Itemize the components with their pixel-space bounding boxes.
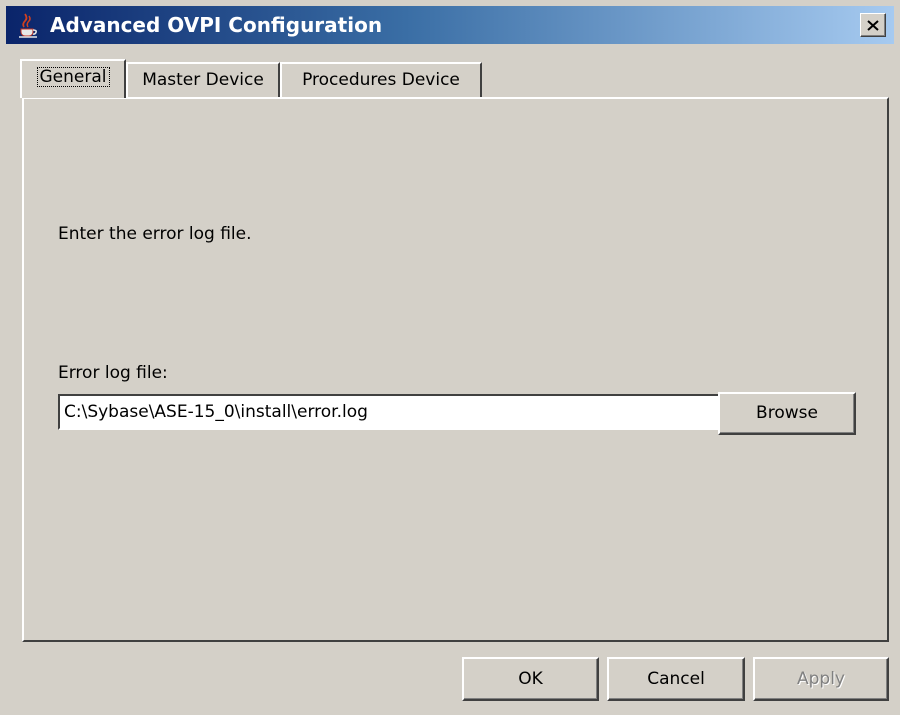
tab-general-label: General: [36, 67, 110, 87]
advanced-ovpi-configuration-dialog: Advanced OVPI Configuration General Mast…: [0, 0, 900, 715]
tab-master-device[interactable]: Master Device: [126, 62, 280, 97]
ok-button[interactable]: OK: [462, 657, 599, 701]
close-icon: [867, 19, 879, 31]
instruction-text: Enter the error log file.: [58, 224, 252, 244]
apply-button[interactable]: Apply: [753, 657, 889, 701]
tab-master-device-label: Master Device: [142, 70, 264, 90]
java-coffee-cup-icon: [19, 13, 37, 38]
title-bar[interactable]: Advanced OVPI Configuration: [6, 6, 894, 44]
general-tab-panel: Enter the error log file. Error log file…: [22, 97, 889, 642]
browse-button[interactable]: Browse: [718, 392, 856, 435]
tab-procedures-device-label: Procedures Device: [302, 70, 460, 90]
tab-general[interactable]: General: [20, 59, 126, 98]
cancel-button[interactable]: Cancel: [607, 657, 745, 701]
window-title: Advanced OVPI Configuration: [50, 13, 383, 37]
error-log-file-label: Error log file:: [58, 363, 168, 383]
close-button[interactable]: [860, 13, 886, 37]
tab-procedures-device[interactable]: Procedures Device: [280, 62, 482, 97]
error-log-file-input[interactable]: [58, 394, 726, 430]
